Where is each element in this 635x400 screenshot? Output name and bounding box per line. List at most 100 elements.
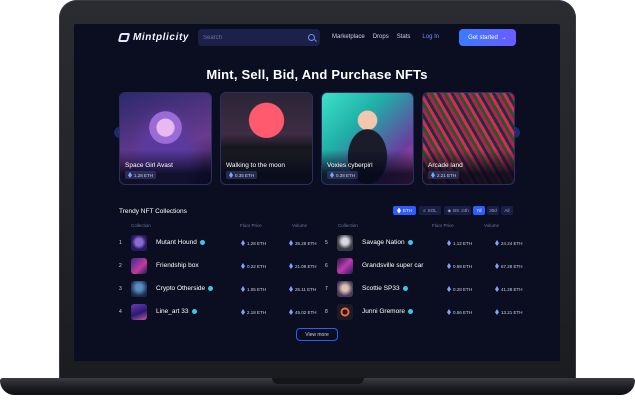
eth-icon — [241, 240, 245, 246]
nft-card-title: Space Girl Avast — [125, 162, 173, 169]
table-row[interactable]: 1 Mutant Hound 1.28 ETH 35.28 ETH — [119, 235, 317, 251]
get-started-button[interactable]: Get started → — [459, 29, 516, 46]
nft-card[interactable]: Arcade land 2.21 ETH — [422, 92, 515, 185]
eth-icon — [229, 172, 233, 178]
table-row[interactable]: 8 Junni Gremore 0.56 ETH 13.21 ETH — [325, 304, 523, 320]
period-30d[interactable]: 30d — [487, 206, 499, 215]
bsc-icon: ◆ — [447, 207, 452, 213]
filter-eth[interactable]: ETH — [393, 206, 416, 215]
volume: 41.28 ETH — [495, 286, 523, 292]
nft-card-price: 0.28 ETH — [327, 171, 359, 179]
sol-icon: ≡ — [423, 208, 426, 213]
eth-icon — [289, 309, 293, 315]
row-rank: 4 — [119, 309, 122, 315]
search-input[interactable] — [203, 34, 308, 41]
period-all[interactable]: All — [501, 206, 513, 215]
table-row[interactable]: 7 Scottie SP33 0.28 ETH 41.28 ETH — [325, 281, 523, 297]
arrow-right-icon: → — [500, 34, 507, 41]
logo[interactable]: Mintplicity — [117, 32, 190, 43]
row-rank: 5 — [325, 240, 328, 246]
table-row[interactable]: 5 Savage Nation 1.12 ETH 24.24 ETH — [325, 235, 523, 251]
nav-stats[interactable]: Stats — [397, 34, 411, 40]
eth-icon — [330, 172, 334, 178]
volume: 13.21 ETH — [495, 309, 523, 315]
logo-text: Mintplicity — [133, 32, 190, 43]
eth-icon — [289, 263, 293, 269]
nft-carousel: Space Girl Avast 1.28 ETH Walking to the… — [119, 92, 515, 185]
volume: 25.11 ETH — [289, 286, 316, 292]
eth-icon — [289, 286, 293, 292]
volume: 45.02 ETH — [289, 309, 317, 315]
hero-title: Mint, Sell, Bid, And Purchase NFTs — [206, 67, 428, 82]
verified-icon — [402, 286, 408, 291]
search-bar — [198, 29, 320, 46]
login-link[interactable]: Log In — [422, 34, 439, 40]
volume: 21.09 ETH — [289, 263, 317, 269]
col-header-floor: Floor Price — [432, 223, 454, 228]
period-7d[interactable]: 7d — [473, 206, 485, 215]
row-rank: 3 — [119, 286, 122, 292]
row-rank: 8 — [325, 309, 328, 315]
collection-thumb — [337, 235, 353, 251]
volume: 67.28 ETH — [495, 263, 523, 269]
nav-drops[interactable]: Drops — [373, 34, 389, 40]
verified-icon — [208, 286, 214, 291]
period-24h[interactable]: 24h — [459, 206, 471, 215]
eth-icon — [241, 309, 245, 315]
eth-icon — [289, 240, 293, 246]
collection-thumb — [131, 258, 147, 274]
nft-card[interactable]: Voxies cyberpirl 0.28 ETH — [321, 92, 414, 185]
nft-card-title: Walking to the moon — [226, 162, 286, 169]
volume: 35.28 ETH — [289, 240, 317, 246]
collection-name: Junni Gremore — [362, 308, 413, 315]
eth-icon — [447, 263, 451, 269]
period-filters: 24h 7d 30d All — [459, 206, 513, 215]
collection-thumb — [337, 281, 353, 297]
collection-thumb — [337, 258, 353, 274]
verified-icon — [407, 240, 413, 245]
nft-card[interactable]: Walking to the moon 0.35 ETH — [220, 92, 313, 185]
nft-card-title: Arcade land — [428, 162, 463, 169]
table-row[interactable]: 3 Crypto Otherside 1.05 ETH 25.11 ETH — [119, 281, 316, 297]
nav-marketplace[interactable]: Marketplace — [332, 34, 365, 40]
verified-icon — [199, 240, 205, 245]
filter-sol[interactable]: ≡ SOL — [419, 206, 441, 215]
table-row[interactable]: 4 Line_art 33 2.18 ETH 45.02 ETH — [119, 304, 317, 320]
floor-price: 0.22 ETH — [241, 263, 266, 269]
row-rank: 7 — [325, 286, 328, 292]
nft-card[interactable]: Space Girl Avast 1.28 ETH — [119, 92, 212, 185]
collection-thumb — [131, 304, 147, 320]
verified-icon — [408, 309, 413, 314]
nft-card-title: Voxies cyberpirl — [327, 162, 373, 169]
laptop-notch — [272, 378, 364, 384]
logo-icon — [117, 33, 131, 42]
col-header-volume: Volume — [292, 223, 308, 228]
floor-price: 1.28 ETH — [241, 240, 266, 246]
collection-name: Grandsville super car — [362, 262, 424, 269]
view-more-button[interactable]: View more — [296, 328, 338, 341]
eth-icon — [495, 240, 499, 246]
table-row[interactable]: 6 Grandsville super car 0.99 ETH 67.28 E… — [325, 258, 523, 274]
floor-price: 0.99 ETH — [447, 263, 472, 269]
eth-icon — [241, 286, 245, 292]
eth-icon — [447, 240, 451, 246]
collection-name: Crypto Otherside — [156, 285, 214, 292]
eth-icon — [431, 172, 435, 178]
collection-name: Savage Nation — [362, 239, 413, 246]
row-rank: 6 — [325, 263, 328, 269]
get-started-label: Get started — [468, 34, 498, 41]
collection-thumb — [131, 235, 147, 251]
eth-icon — [495, 309, 499, 315]
floor-price: 1.05 ETH — [241, 286, 266, 292]
row-rank: 1 — [119, 240, 122, 246]
floor-price: 0.56 ETH — [447, 309, 472, 315]
eth-icon — [447, 309, 451, 315]
collection-thumb — [337, 304, 353, 320]
eth-icon — [495, 263, 499, 269]
eth-icon — [397, 207, 401, 214]
floor-price: 0.28 ETH — [447, 286, 472, 292]
search-icon[interactable] — [308, 34, 315, 41]
table-row[interactable]: 2 Friendship box 0.22 ETH 21.09 ETH — [119, 258, 317, 274]
floor-price: 2.18 ETH — [241, 309, 266, 315]
eth-icon — [241, 263, 245, 269]
